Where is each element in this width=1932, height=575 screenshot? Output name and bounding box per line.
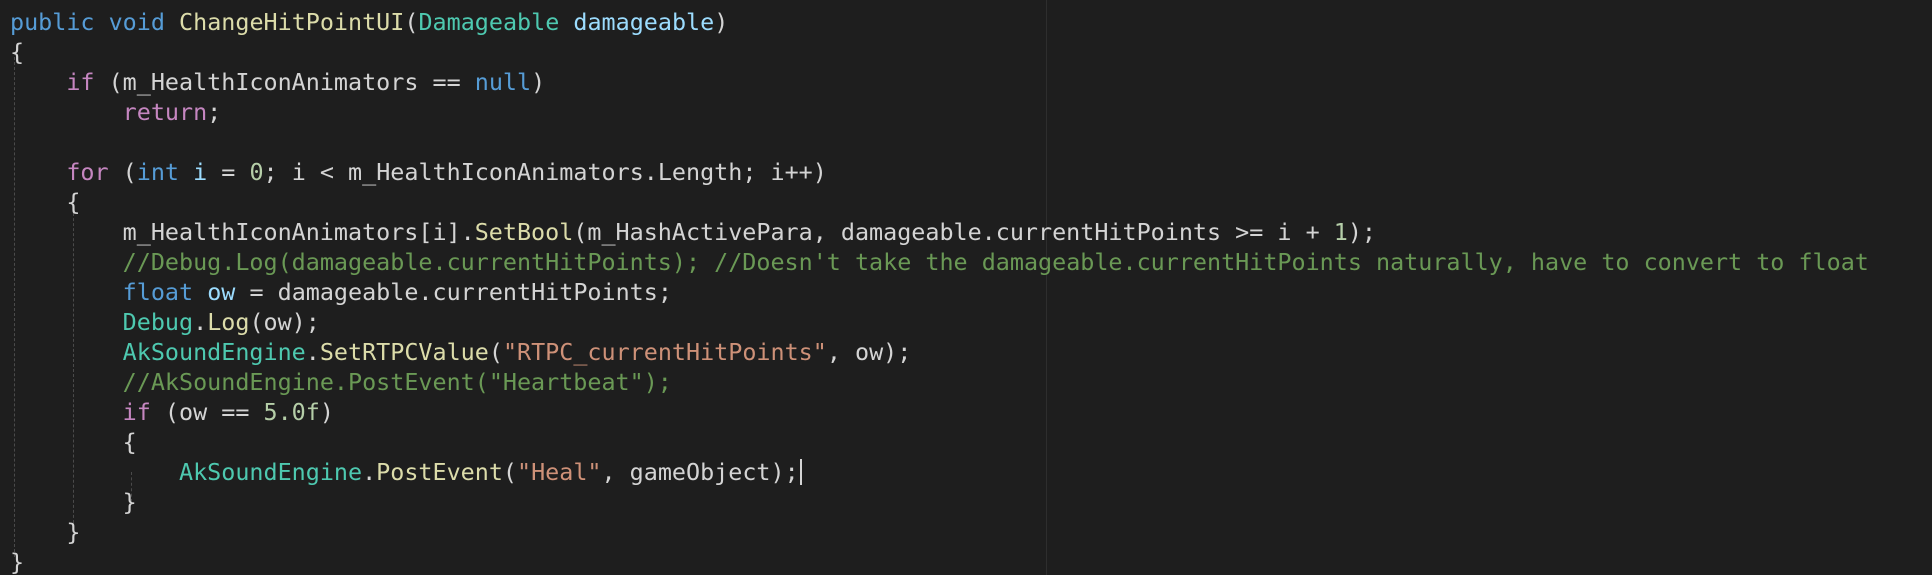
code-line[interactable]: m_HealthIconAnimators[i].SetBool(m_HashA… <box>10 217 1869 247</box>
code-line[interactable]: public void ChangeHitPointUI(Damageable … <box>10 7 1869 37</box>
code-line[interactable]: { <box>10 427 1869 457</box>
code-token: . <box>305 338 320 366</box>
code-line[interactable]: } <box>10 487 1869 517</box>
code-editor[interactable]: public void ChangeHitPointUI(Damageable … <box>0 0 1932 575</box>
code-token: return <box>122 98 208 126</box>
code-token: SetRTPCValue <box>319 338 489 366</box>
code-token: ; <box>207 98 222 126</box>
code-token: for <box>66 158 109 186</box>
code-token: //Debug.Log(damageable.currentHitPoints)… <box>122 248 1869 276</box>
code-token: AkSoundEngine <box>122 338 306 366</box>
text-cursor <box>799 459 802 485</box>
code-line[interactable]: AkSoundEngine.PostEvent("Heal", gameObje… <box>10 457 1869 487</box>
code-token: m_HealthIconAnimators[i]. <box>10 218 475 246</box>
code-token: //AkSoundEngine.PostEvent("Heartbeat"); <box>122 368 672 396</box>
code-line[interactable]: { <box>10 187 1869 217</box>
code-token: if <box>122 398 151 426</box>
code-line[interactable]: //Debug.Log(damageable.currentHitPoints)… <box>10 247 1869 277</box>
code-token: (m_HealthIconAnimators == <box>94 68 475 96</box>
code-token: } <box>10 548 25 575</box>
code-token: AkSoundEngine <box>179 458 363 486</box>
code-token: Debug <box>122 308 194 336</box>
code-line[interactable]: return; <box>10 97 1869 127</box>
code-token: ChangeHitPointUI <box>179 8 405 36</box>
code-line[interactable]: float ow = damageable.currentHitPoints; <box>10 277 1869 307</box>
code-token: . <box>362 458 377 486</box>
code-token: = damageable.currentHitPoints; <box>235 278 672 306</box>
code-token: ( <box>108 158 137 186</box>
code-token: ( <box>502 458 518 486</box>
code-token: public <box>10 8 95 36</box>
code-token: SetBool <box>474 218 574 246</box>
code-token: } <box>10 518 81 546</box>
code-token: , ow); <box>826 338 912 366</box>
code-line[interactable]: if (m_HealthIconAnimators == null) <box>10 67 1869 97</box>
code-token: ; i < m_HealthIconAnimators.Length; i++) <box>263 158 827 186</box>
code-token: 0 <box>249 158 264 186</box>
code-token: { <box>10 188 81 216</box>
code-token: Damageable <box>418 8 560 36</box>
code-token: { <box>10 38 25 66</box>
code-token: float <box>122 278 194 306</box>
code-token: null <box>474 68 532 96</box>
code-line[interactable]: } <box>10 517 1869 547</box>
code-token: = <box>207 158 250 186</box>
code-token: ) <box>531 68 546 96</box>
code-token: damageable <box>573 8 715 36</box>
code-token: (m_HashActivePara, damageable.currentHit… <box>573 218 1334 246</box>
code-token: void <box>108 8 165 36</box>
code-token: 5.0f <box>263 398 320 426</box>
code-token: "Heal" <box>517 458 602 486</box>
code-token: (ow == <box>150 398 264 426</box>
code-token: . <box>193 308 208 336</box>
code-line[interactable]: } <box>10 547 1869 575</box>
code-token: ) <box>319 398 334 426</box>
code-token: Log <box>207 308 250 336</box>
code-token: PostEvent <box>376 458 503 486</box>
code-line[interactable]: Debug.Log(ow); <box>10 307 1869 337</box>
code-token: (ow); <box>249 308 320 336</box>
code-token: { <box>10 428 137 456</box>
code-token: ( <box>488 338 503 366</box>
code-token: ); <box>1347 218 1377 246</box>
code-token: i <box>193 158 208 186</box>
code-token: ) <box>714 8 729 36</box>
code-lines[interactable]: public void ChangeHitPointUI(Damageable … <box>10 7 1869 575</box>
code-token: 1 <box>1333 218 1348 246</box>
code-token: if <box>66 68 95 96</box>
code-line[interactable]: for (int i = 0; i < m_HealthIconAnimator… <box>10 157 1869 187</box>
code-line[interactable]: { <box>10 37 1869 67</box>
code-token: ow <box>207 278 236 306</box>
code-token: ( <box>404 8 419 36</box>
code-token: } <box>10 488 137 516</box>
code-line[interactable]: AkSoundEngine.SetRTPCValue("RTPC_current… <box>10 337 1869 367</box>
code-token: int <box>136 158 180 186</box>
code-line[interactable] <box>10 127 1869 157</box>
code-token: "RTPC_currentHitPoints" <box>502 338 827 366</box>
code-token: , gameObject); <box>601 458 799 486</box>
code-line[interactable]: //AkSoundEngine.PostEvent("Heartbeat"); <box>10 367 1869 397</box>
code-line[interactable]: if (ow == 5.0f) <box>10 397 1869 427</box>
